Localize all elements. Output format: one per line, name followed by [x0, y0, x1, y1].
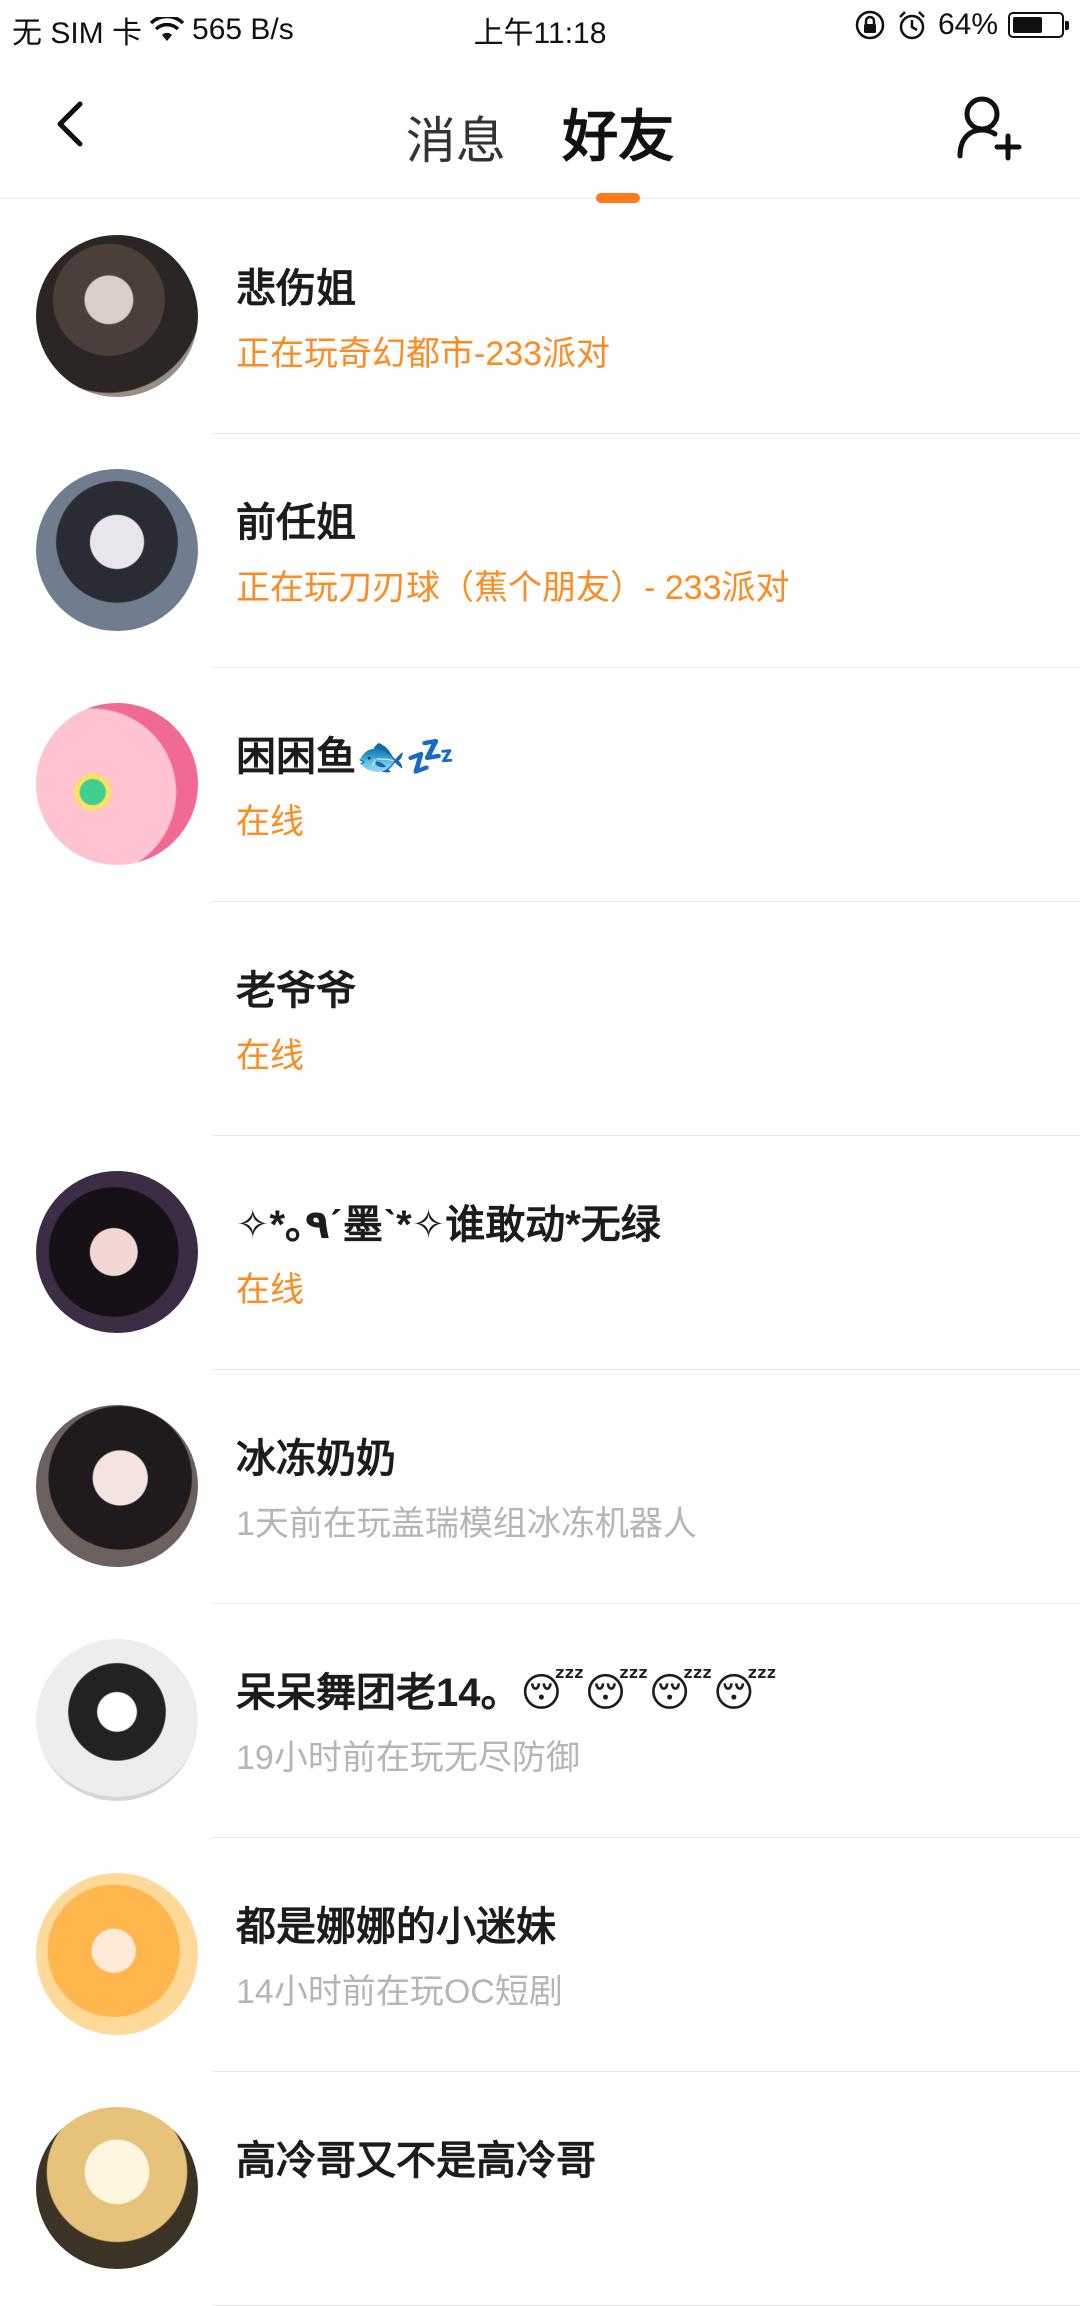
friend-row[interactable]: 冰冻奶奶 1天前在玩盖瑞模组冰冻机器人 [0, 1370, 1080, 1604]
status-bar: 无 SIM 卡 565 B/s 上午11:18 64% [0, 0, 1080, 56]
friend-name: 都是娜娜的小迷妹 [236, 1905, 556, 1949]
friend-list: 悲伤姐正在玩奇幻都市-233派对前任姐正在玩刀刃球（蕉个朋友）- 233派对困困… [0, 200, 1080, 2306]
friend-row[interactable]: 都是娜娜的小迷妹 14小时前在玩OC短剧 [0, 1838, 1080, 2072]
friend-name: 悲伤姐 [236, 267, 356, 311]
friend-row[interactable]: 困困鱼🐟💤 在线 [0, 668, 1080, 902]
friend-avatar[interactable] [36, 703, 198, 865]
friend-avatar[interactable] [36, 2107, 198, 2269]
friend-avatar[interactable] [36, 1873, 198, 2035]
friend-row[interactable]: 老爷爷 在线 [0, 902, 1080, 1136]
friend-status: 在线 [236, 803, 304, 841]
alarm-icon [899, 11, 925, 40]
battery-icon [1008, 12, 1069, 38]
friend-row[interactable]: 高冷哥又不是高冷哥 [0, 2072, 1080, 2306]
friend-avatar[interactable] [36, 1171, 198, 1333]
friend-avatar[interactable] [36, 235, 198, 397]
friend-avatar[interactable] [36, 1639, 198, 1801]
rotation-lock-icon [855, 10, 885, 40]
battery-percent: 64% [937, 8, 998, 41]
friend-avatar[interactable] [36, 937, 198, 1099]
friend-row[interactable]: 前任姐正在玩刀刃球（蕉个朋友）- 233派对 [0, 434, 1080, 668]
friend-name: ✧*｡٩ˊ墨ˋ*✧谁敢动*无绿 [236, 1203, 661, 1247]
status-right: 64% [854, 8, 1069, 42]
friend-status: 在线 [236, 1271, 304, 1309]
friend-status: 在线 [236, 1037, 304, 1075]
friend-avatar[interactable] [36, 469, 198, 631]
friend-name: 前任姐 [236, 501, 356, 545]
tab-friends[interactable]: 好友 [562, 92, 675, 203]
friend-status: 正在玩奇幻都市-233派对 [236, 335, 611, 373]
friend-name: 困困鱼🐟💤 [236, 735, 456, 779]
friend-name: 呆呆舞团老14。😴😴😴😴 [236, 1671, 778, 1715]
friend-status: 14小时前在玩OC短剧 [236, 1973, 563, 2011]
friend-row[interactable]: 悲伤姐正在玩奇幻都市-233派对 [0, 200, 1080, 434]
friend-status: 19小时前在玩无尽防御 [236, 1739, 580, 1777]
friend-name: 冰冻奶奶 [236, 1437, 396, 1481]
friend-row[interactable]: ✧*｡٩ˊ墨ˋ*✧谁敢动*无绿在线 [0, 1136, 1080, 1370]
battery-fill [1013, 17, 1042, 33]
tab-friends-label: 好友 [562, 105, 675, 168]
friend-name: 老爷爷 [236, 969, 356, 1013]
tab-bar: 消息 好友 [0, 92, 1080, 203]
top-nav: 消息 好友 [0, 56, 1080, 203]
friend-row[interactable]: 呆呆舞团老14。😴😴😴😴 19小时前在玩无尽防御 [0, 1604, 1080, 1838]
add-friend-icon[interactable] [954, 92, 1024, 162]
friend-name: 高冷哥又不是高冷哥 [236, 2139, 596, 2183]
friend-status: 正在玩刀刃球（蕉个朋友）- 233派对 [236, 569, 790, 607]
tab-messages[interactable]: 消息 [406, 101, 506, 173]
friend-avatar[interactable] [36, 1405, 198, 1567]
friend-status: 1天前在玩盖瑞模组冰冻机器人 [236, 1505, 697, 1543]
